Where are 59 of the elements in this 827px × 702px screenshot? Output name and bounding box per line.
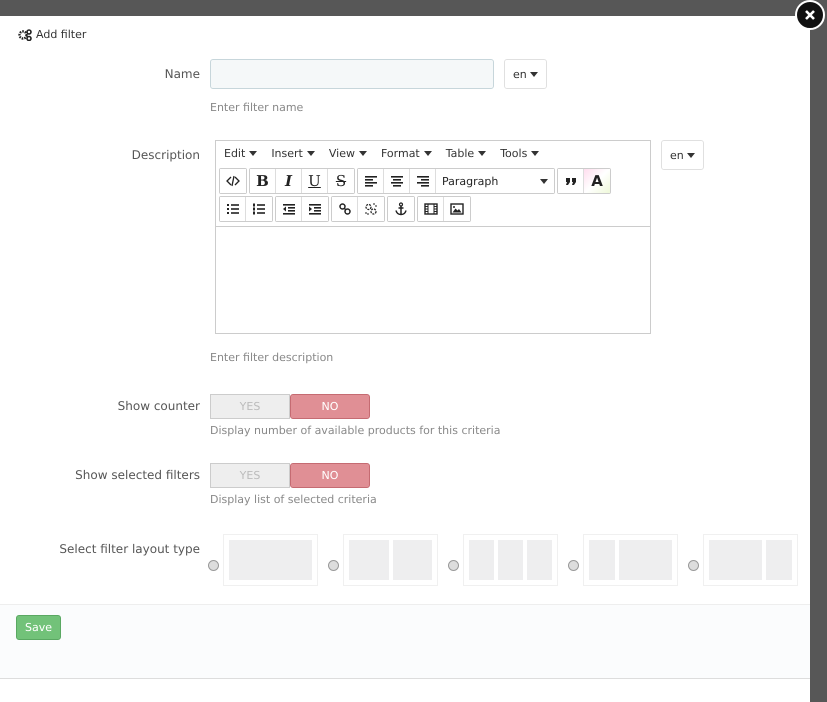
field-label: Select filter layout type — [58, 542, 200, 556]
help-text: Enter filter name — [210, 101, 304, 114]
film-icon — [424, 202, 438, 216]
outdent-button[interactable] — [276, 197, 302, 221]
align-right-icon — [416, 174, 430, 188]
indent-icon — [308, 202, 322, 216]
field-label: Description — [130, 148, 200, 162]
language-dropdown[interactable]: en — [661, 140, 704, 170]
quote-button[interactable] — [558, 169, 584, 193]
caret-icon — [306, 151, 315, 156]
layout-radio[interactable] — [688, 560, 699, 570]
field-label: Show selected filters — [74, 468, 200, 482]
image-icon — [450, 202, 464, 216]
dialog-title-text: Add filter — [36, 28, 86, 41]
bullet-list-icon — [226, 202, 240, 216]
caret-icon — [478, 151, 486, 156]
link-button[interactable] — [332, 197, 358, 221]
help-text: Display number of available products for this criteria — [210, 424, 502, 437]
name-field[interactable] — [210, 59, 494, 89]
language-dropdown[interactable]: en — [504, 59, 547, 89]
film-button[interactable] — [418, 197, 444, 221]
text-color-button[interactable]: A — [584, 169, 610, 193]
caret-icon — [424, 151, 432, 156]
help-text: Display list of selected criteria — [210, 493, 378, 506]
editor-menu[interactable]: Edit — [224, 147, 258, 160]
layout-radio[interactable] — [208, 560, 219, 570]
layout-radio[interactable] — [568, 560, 579, 570]
link-icon — [338, 202, 352, 216]
caret-icon — [530, 72, 538, 76]
editor-menu[interactable]: Table — [446, 147, 486, 160]
layout-radio[interactable] — [448, 560, 459, 570]
align-left-button[interactable] — [358, 169, 384, 193]
close-icon — [804, 9, 816, 21]
caret-icon — [358, 151, 367, 156]
layout-radio[interactable] — [328, 560, 339, 570]
field-label: Show counter — [116, 399, 200, 413]
bullet-list-button[interactable] — [220, 197, 246, 221]
anchor-button[interactable] — [388, 197, 414, 221]
align-center-icon — [390, 174, 404, 188]
format-button[interactable]: B — [250, 169, 276, 193]
numbered-list-icon — [252, 202, 266, 216]
field-label: Name — [164, 67, 200, 81]
anchor-icon — [394, 202, 408, 216]
editor-menu[interactable]: Insert — [271, 147, 315, 160]
close-button[interactable] — [795, 0, 825, 30]
outdent-icon — [282, 202, 296, 216]
editor-menu[interactable]: Format — [380, 147, 432, 160]
gears-icon — [18, 28, 32, 40]
code-icon — [226, 174, 240, 188]
editor-menu[interactable]: Tools — [500, 147, 540, 160]
unlink-icon — [364, 202, 378, 216]
caret-icon — [249, 151, 258, 156]
align-left-icon — [364, 174, 378, 188]
help-text: Enter filter description — [210, 351, 334, 364]
caret-icon — [531, 151, 540, 156]
caret-icon — [686, 152, 695, 158]
code-button[interactable] — [220, 169, 246, 193]
editor-menu[interactable]: View — [328, 147, 367, 160]
caret-icon — [540, 178, 548, 184]
